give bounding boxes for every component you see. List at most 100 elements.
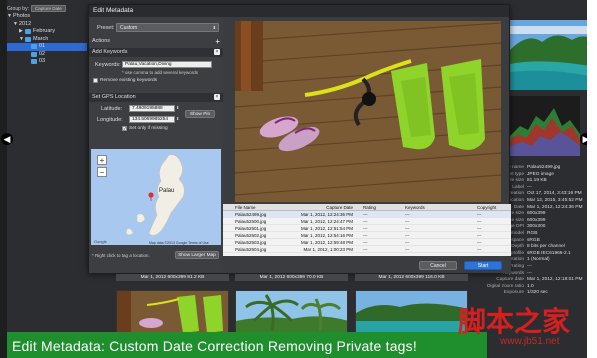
app-window: Group by: Capture Date ▼ Photos ▼ 2012 ▶ Fe… xyxy=(0,0,597,358)
keywords-note: * use comma to add several keywords xyxy=(122,70,199,75)
table-row[interactable]: Palau52500.jpg Mar 1, 2012, 12:24:47 PM --… xyxy=(223,218,511,225)
previous-arrow-icon[interactable]: ◀ xyxy=(1,133,13,145)
add-action-icon[interactable]: + xyxy=(215,37,220,46)
chevron-updown-icon: ⬍ xyxy=(212,25,216,30)
column-header[interactable]: Keywords xyxy=(399,204,471,210)
metadata-value: 81.19 KB xyxy=(527,178,547,184)
cancel-button[interactable]: Cancel xyxy=(419,261,457,270)
thumbnail-caption: Mar 1, 2012 600x399 116.0 KB xyxy=(355,274,468,281)
table-cell: --- xyxy=(363,247,368,252)
metadata-value: 1 (Normal) xyxy=(527,257,550,263)
tree-item-label: 2012 xyxy=(19,20,32,27)
file-table: File Name Capture Date Rating Keywords C… xyxy=(223,204,511,256)
latitude-input[interactable]: 7.4809195888 xyxy=(129,105,175,112)
table-cell: --- xyxy=(405,247,410,252)
group-by-select[interactable]: Capture Date xyxy=(30,5,66,12)
tree-item[interactable]: ▼ 2012 xyxy=(7,21,87,29)
table-row[interactable]: Palau52499.jpg Mar 1, 2012, 12:24:36 PM --… xyxy=(223,211,511,218)
metadata-value: --- xyxy=(527,263,532,269)
checkbox-box[interactable] xyxy=(93,78,98,83)
photo-preview xyxy=(235,21,501,202)
thumbnail[interactable] xyxy=(116,290,229,338)
metadata-value: 600x399 xyxy=(527,211,546,217)
remove-section-icon[interactable]: × xyxy=(214,49,220,55)
table-row[interactable]: Palau52504.jpg Mar 1, 2012, 1:00:23 PM ---… xyxy=(223,246,511,253)
table-cell: --- xyxy=(363,219,368,224)
thumbnail-caption: Mar 1, 2012 600x399 70.0 KB xyxy=(235,274,348,281)
dialog-title: Edit Metadata xyxy=(89,5,509,17)
show-larger-map-button[interactable]: Show Larger Map xyxy=(175,251,219,259)
add-keywords-label: Add Keywords xyxy=(92,49,128,55)
remove-section-icon[interactable]: × xyxy=(214,94,220,100)
tree-item[interactable]: 02 xyxy=(7,51,87,59)
column-header[interactable]: Rating xyxy=(357,204,399,210)
preset-select[interactable]: Custom ⬍ xyxy=(116,23,219,32)
right-click-note: * Right click to tag a location. xyxy=(92,253,150,258)
table-row[interactable]: Palau52502.jpg Mar 1, 2012, 12:54:16 PM --… xyxy=(223,232,511,239)
checkbox-label: Remove existing keywords xyxy=(100,78,158,83)
table-cell: --- xyxy=(477,240,482,245)
table-cell: --- xyxy=(363,212,368,217)
metadata-value: Mar 12, 2015, 3:45:52 PM xyxy=(527,197,583,203)
metadata-value: 300x300 xyxy=(527,224,546,230)
table-cell: Palau52501.jpg xyxy=(235,226,267,231)
table-cell: --- xyxy=(363,240,368,245)
folder-icon xyxy=(31,44,37,50)
metadata-value: Palau52499.jpg xyxy=(527,165,561,170)
set-only-missing-checkbox[interactable]: ✓ Set only if missing xyxy=(122,126,168,131)
table-cell: --- xyxy=(363,226,368,231)
table-row[interactable]: Palau52501.jpg Mar 1, 2012, 12:51:54 PM --… xyxy=(223,225,511,232)
thumbnail-caption: Mar 1, 2012 600x399 81.2 KB xyxy=(116,274,229,281)
table-cell: --- xyxy=(477,247,482,252)
preset-label: Preset: xyxy=(97,25,115,31)
table-row[interactable]: Palau52503.jpg Mar 1, 2012, 12:59:48 PM --… xyxy=(223,239,511,246)
tree-item[interactable]: 03 xyxy=(7,58,87,66)
gps-section-label: Set GPS Location xyxy=(92,94,136,100)
folder-icon xyxy=(25,29,31,35)
table-cell: --- xyxy=(405,240,410,245)
stepper-icon[interactable]: ⬍ xyxy=(176,116,179,121)
start-button[interactable]: Start xyxy=(464,261,502,270)
thumbnail[interactable] xyxy=(235,290,348,338)
table-cell: Mar 1, 2012, 12:24:36 PM xyxy=(300,212,353,217)
histogram xyxy=(510,96,580,156)
keywords-label: Keywords: xyxy=(95,62,121,68)
table-cell: --- xyxy=(477,212,482,217)
actions-bar: Actions + xyxy=(89,37,223,46)
tree-item[interactable]: ▼ March xyxy=(7,36,87,44)
table-cell: --- xyxy=(405,233,410,238)
thumbnail[interactable] xyxy=(355,290,468,338)
zoom-in-icon[interactable]: + xyxy=(97,155,107,165)
left-gutter xyxy=(0,0,7,358)
map-place-label: Palau xyxy=(159,188,175,194)
column-header[interactable]: Copyright xyxy=(471,204,511,210)
table-cell: --- xyxy=(405,212,410,217)
column-header[interactable]: Capture Date xyxy=(297,204,357,210)
show-pin-button[interactable]: Show Pin xyxy=(185,110,215,118)
checkbox-box[interactable]: ✓ xyxy=(122,126,127,131)
table-cell: Palau52500.jpg xyxy=(235,219,267,224)
metadata-key: Capture date xyxy=(496,277,524,283)
preview-image xyxy=(510,20,590,90)
tree-item-label: 01 xyxy=(39,43,46,49)
gps-section: Set GPS Location × xyxy=(89,93,223,102)
longitude-input[interactable]: 134.5069985254 xyxy=(129,116,175,123)
tree-item-label: Photos xyxy=(13,13,31,19)
tree-item[interactable]: ▶ February xyxy=(7,28,87,36)
keywords-input[interactable]: Palau,Vacation,Diving xyxy=(122,61,212,68)
zoom-out-icon[interactable]: − xyxy=(97,167,107,177)
table-cell: Mar 1, 2012, 12:59:48 PM xyxy=(300,240,353,245)
table-cell: Palau52504.jpg xyxy=(235,247,267,252)
location-map[interactable]: + − Palau Google Map data ©2013 Google T… xyxy=(91,149,221,245)
table-cell: Mar 1, 2012, 12:24:47 PM xyxy=(300,219,353,224)
map-attribution[interactable]: Map data ©2013 Google Terms of Use xyxy=(149,241,209,245)
longitude-label: Longitude: xyxy=(97,117,123,123)
column-header[interactable]: File Name xyxy=(223,204,297,210)
metadata-value: 1/320 sec xyxy=(527,290,548,296)
remove-existing-checkbox[interactable]: Remove existing keywords xyxy=(93,78,157,83)
tree-item[interactable]: ▼ Photos xyxy=(7,13,87,21)
tree-item-selected[interactable]: 01 xyxy=(7,43,87,51)
stepper-icon[interactable]: ⬍ xyxy=(176,105,179,110)
add-keywords-section: Add Keywords × xyxy=(89,48,223,57)
table-cell: --- xyxy=(363,233,368,238)
